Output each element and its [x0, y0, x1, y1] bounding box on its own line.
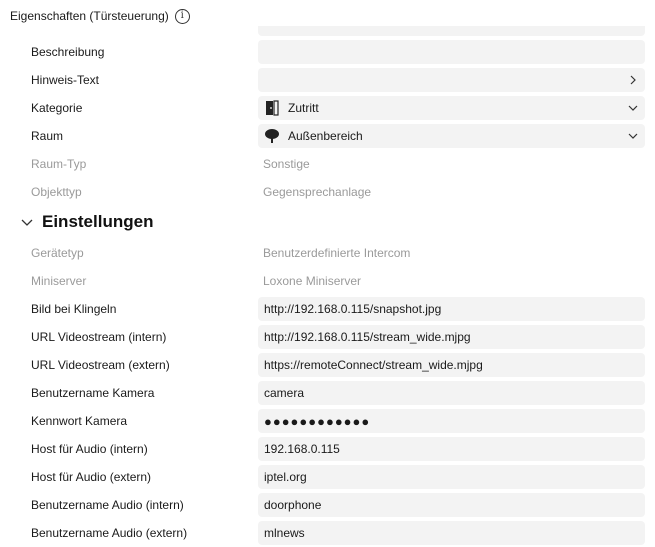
- property-label: URL Videostream (extern): [31, 358, 170, 372]
- property-label: Benutzername Kamera: [31, 386, 155, 400]
- property-label: Gerätetyp: [31, 246, 84, 260]
- section-title: Einstellungen: [42, 212, 154, 231]
- password-value: ●●●●●●●●●●●●: [264, 413, 371, 429]
- info-icon[interactable]: i: [174, 8, 190, 24]
- properties-header: Eigenschaften (Türsteuerung) i: [10, 6, 190, 26]
- property-row-raum-typ: Raum-Typ Sonstige: [0, 150, 655, 178]
- property-row-benutzername-kamera: Benutzername Kamera camera: [0, 379, 655, 407]
- property-row-geraetetyp: Gerätetyp Benutzerdefinierte Intercom: [0, 239, 655, 267]
- property-row-beschreibung: Beschreibung: [0, 38, 655, 66]
- benutzername-kamera-input[interactable]: camera: [258, 381, 645, 405]
- property-row-host-audio-extern: Host für Audio (extern) iptel.org: [0, 463, 655, 491]
- property-label: Bild bei Klingeln: [31, 302, 117, 316]
- property-row-kennwort-kamera: Kennwort Kamera ●●●●●●●●●●●●: [0, 407, 655, 435]
- beschreibung-input[interactable]: [258, 40, 645, 64]
- property-label: Kennwort Kamera: [31, 414, 128, 428]
- property-row-kategorie: Kategorie Zutritt: [0, 94, 655, 122]
- property-value: Benutzerdefinierte Intercom: [263, 246, 411, 260]
- property-label: Hinweis-Text: [31, 73, 100, 87]
- geraetetyp-value: Benutzerdefinierte Intercom: [258, 241, 645, 265]
- raum-select[interactable]: Außenbereich: [258, 124, 645, 148]
- property-value: http://192.168.0.115/snapshot.jpg: [264, 302, 442, 316]
- property-row-objekttyp: Objekttyp Gegensprechanlage: [0, 178, 655, 206]
- chevron-down-icon[interactable]: [625, 128, 641, 144]
- door-icon: [264, 100, 280, 116]
- miniserver-value: Loxone Miniserver: [258, 269, 645, 293]
- property-value: mlnews: [264, 526, 305, 540]
- property-row-url-videostream-extern: URL Videostream (extern) https://remoteC…: [0, 351, 655, 379]
- hinweis-text-field[interactable]: [258, 68, 645, 92]
- property-label: Objekttyp: [31, 185, 82, 199]
- chevron-down-icon[interactable]: [20, 215, 34, 229]
- property-label: Benutzername Audio (extern): [31, 526, 188, 540]
- property-value: doorphone: [264, 498, 322, 512]
- property-value: http://192.168.0.115/stream_wide.mjpg: [264, 330, 471, 344]
- property-label: Host für Audio (intern): [31, 442, 148, 456]
- url-videostream-intern-input[interactable]: http://192.168.0.115/stream_wide.mjpg: [258, 325, 645, 349]
- property-label: Host für Audio (extern): [31, 470, 152, 484]
- property-value: Außenbereich: [288, 129, 363, 143]
- page-title: Eigenschaften (Türsteuerung): [10, 9, 169, 23]
- property-value: Sonstige: [263, 157, 310, 171]
- url-videostream-extern-input[interactable]: https://remoteConnect/stream_wide.mjpg: [258, 353, 645, 377]
- kategorie-select[interactable]: Zutritt: [258, 96, 645, 120]
- property-row-miniserver: Miniserver Loxone Miniserver: [0, 267, 655, 295]
- property-value: iptel.org: [264, 470, 307, 484]
- property-label: Raum-Typ: [31, 157, 87, 171]
- property-label: URL Videostream (intern): [31, 330, 167, 344]
- chevron-down-icon[interactable]: [625, 100, 641, 116]
- property-label: Raum: [31, 129, 64, 143]
- cut-off-row: [258, 26, 645, 36]
- property-label: Kategorie: [31, 101, 83, 115]
- property-row-bild-bei-klingeln: Bild bei Klingeln http://192.168.0.115/s…: [0, 295, 655, 323]
- property-row-raum: Raum Außenbereich: [0, 122, 655, 150]
- section-einstellungen[interactable]: Einstellungen: [20, 208, 153, 236]
- property-value: camera: [264, 386, 305, 400]
- property-value: Gegensprechanlage: [263, 185, 372, 199]
- property-value: https://remoteConnect/stream_wide.mjpg: [264, 358, 483, 372]
- property-row-benutzername-audio-extern: Benutzername Audio (extern) mlnews: [0, 519, 655, 547]
- host-audio-intern-input[interactable]: 192.168.0.115: [258, 437, 645, 461]
- bild-bei-klingeln-input[interactable]: http://192.168.0.115/snapshot.jpg: [258, 297, 645, 321]
- chevron-right-icon[interactable]: [625, 72, 641, 88]
- raum-typ-value: Sonstige: [258, 152, 645, 176]
- property-label: Beschreibung: [31, 45, 105, 59]
- property-value: 192.168.0.115: [264, 442, 340, 456]
- property-row-hinweis-text: Hinweis-Text: [0, 66, 655, 94]
- property-row-host-audio-intern: Host für Audio (intern) 192.168.0.115: [0, 435, 655, 463]
- property-row-url-videostream-intern: URL Videostream (intern) http://192.168.…: [0, 323, 655, 351]
- tree-icon: [264, 128, 280, 144]
- kennwort-kamera-input[interactable]: ●●●●●●●●●●●●: [258, 409, 645, 433]
- benutzername-audio-extern-input[interactable]: mlnews: [258, 521, 645, 545]
- property-label: Miniserver: [31, 274, 87, 288]
- property-value: Loxone Miniserver: [263, 274, 362, 288]
- property-row-benutzername-audio-intern: Benutzername Audio (intern) doorphone: [0, 491, 655, 519]
- host-audio-extern-input[interactable]: iptel.org: [258, 465, 645, 489]
- objekttyp-value: Gegensprechanlage: [258, 180, 645, 204]
- benutzername-audio-intern-input[interactable]: doorphone: [258, 493, 645, 517]
- property-value: Zutritt: [288, 101, 319, 115]
- property-label: Benutzername Audio (intern): [31, 498, 184, 512]
